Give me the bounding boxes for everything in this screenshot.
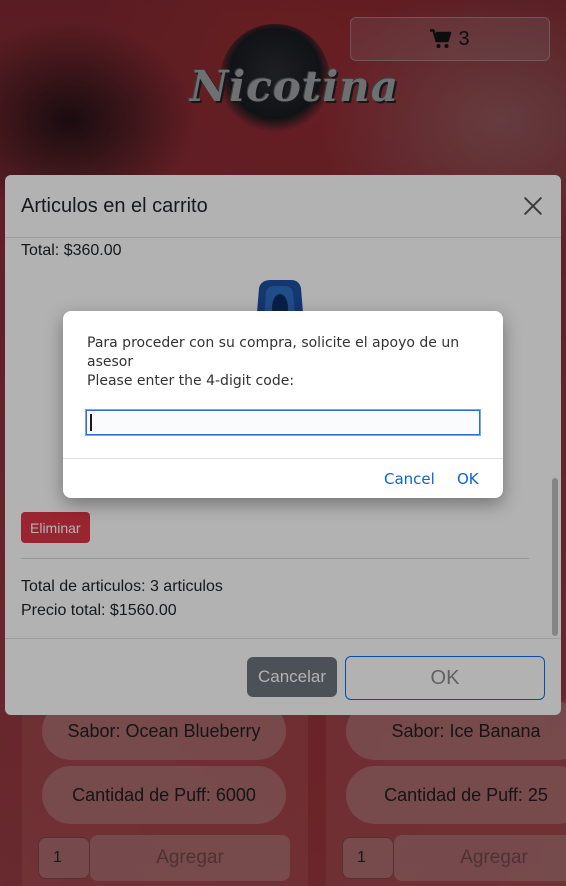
prompt-message-line: Para proceder con su compra, solicite el… — [87, 335, 460, 370]
code-input[interactable] — [85, 409, 481, 436]
text-caret — [90, 414, 92, 431]
prompt-ok-button[interactable]: OK — [457, 470, 479, 488]
prompt-message-line: Please enter the 4-digit code: — [87, 373, 295, 389]
prompt-cancel-button[interactable]: Cancel — [384, 470, 435, 488]
code-prompt-dialog: Para proceder con su compra, solicite el… — [63, 311, 503, 498]
prompt-message: Para proceder con su compra, solicite el… — [87, 334, 503, 391]
divider — [63, 458, 503, 459]
